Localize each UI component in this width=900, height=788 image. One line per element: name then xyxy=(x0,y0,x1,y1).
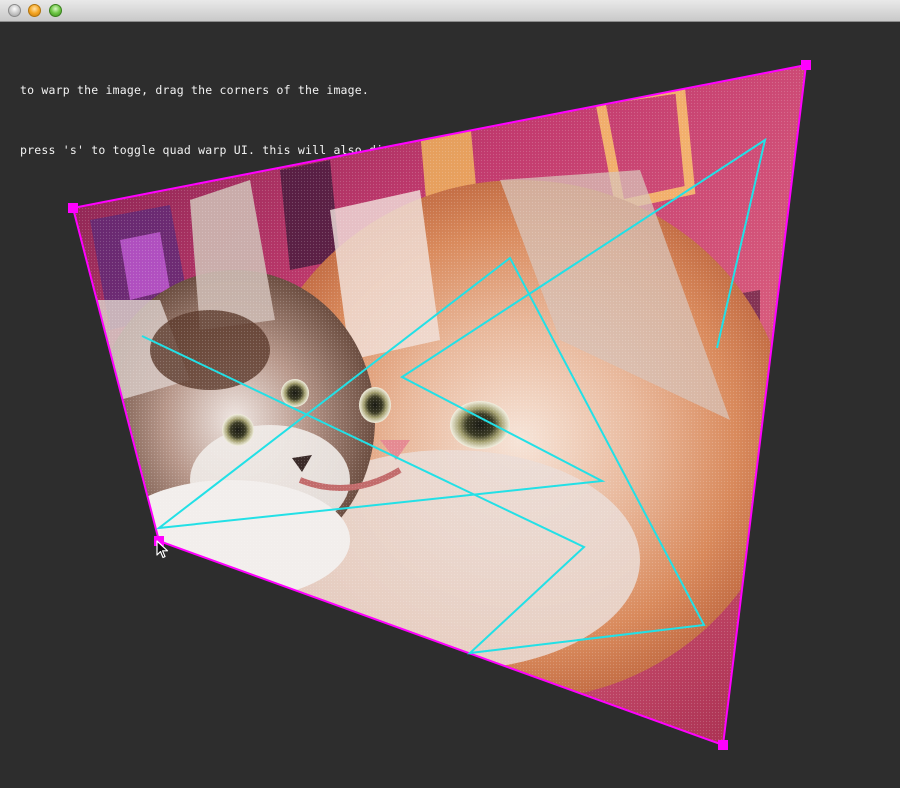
corner-handle-top-right[interactable] xyxy=(801,60,811,70)
mouse-pointer-icon xyxy=(156,540,169,559)
warp-canvas[interactable] xyxy=(0,0,900,788)
warped-image xyxy=(73,65,806,745)
corner-handle-top-left[interactable] xyxy=(68,203,78,213)
app-window: to warp the image, drag the corners of t… xyxy=(0,0,900,788)
corner-handle-bottom-right[interactable] xyxy=(718,740,728,750)
